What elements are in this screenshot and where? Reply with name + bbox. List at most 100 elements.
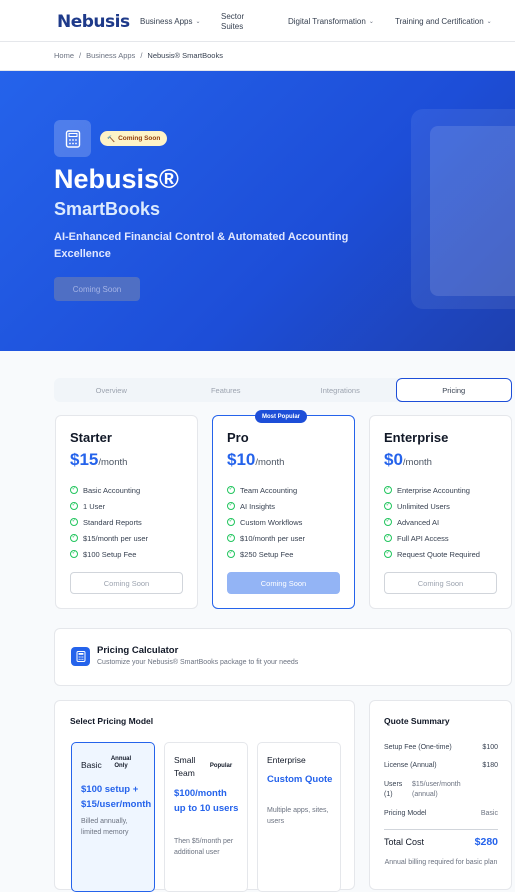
- check-circle-icon: ✓: [227, 518, 235, 526]
- nav-sector-suites-label: Sector Suites: [221, 12, 245, 31]
- plan-feature: ✓ Basic Accounting: [70, 482, 148, 498]
- nav-sector-suites[interactable]: Sector Suites: [221, 12, 261, 32]
- plan-feature: ✓ $100 Setup Fee: [70, 546, 148, 562]
- divider: [384, 829, 498, 830]
- breadcrumb-separator: /: [140, 51, 143, 60]
- model-option-enterprise[interactable]: Enterprise Custom Quote Multiple apps, s…: [257, 742, 341, 892]
- plan-feature-text: Unlimited Users: [397, 501, 450, 511]
- plan-feature: ✓ AI Insights: [227, 498, 305, 514]
- top-navbar: Nebusis Business Apps ⌄ Sector Suites Di…: [0, 0, 515, 42]
- quote-row-label: Pricing Model: [384, 810, 427, 817]
- calculator-icon: [71, 647, 90, 666]
- plan-feature: ✓ Advanced AI: [384, 514, 480, 530]
- check-circle-icon: ✓: [384, 550, 392, 558]
- tab-features[interactable]: Features: [169, 378, 284, 402]
- plan-feature-text: 1 User: [83, 501, 106, 511]
- plan-coming-soon-button[interactable]: Coming Soon: [227, 572, 340, 594]
- model-option-note: Then $5/month per additional user: [174, 838, 234, 856]
- plan-name: Starter: [70, 430, 112, 445]
- section-tabs: Overview Features Integrations Pricing: [54, 378, 512, 402]
- plan-feature-text: Full API Access: [397, 533, 449, 543]
- check-circle-icon: ✓: [227, 502, 235, 510]
- tab-integrations[interactable]: Integrations: [283, 378, 398, 402]
- plan-feature-text: Team Accounting: [240, 485, 298, 495]
- check-circle-icon: ✓: [70, 550, 78, 558]
- brand-logo[interactable]: Nebusis: [57, 11, 130, 33]
- plan-coming-soon-button[interactable]: Coming Soon: [70, 572, 183, 594]
- hammer-icon: 🔨: [107, 135, 116, 143]
- nav-training-label: Training and Certification: [395, 17, 484, 26]
- chevron-down-icon: ⌄: [368, 19, 374, 25]
- nav-business-apps-label: Business Apps: [140, 17, 193, 26]
- plan-name: Pro: [227, 430, 249, 445]
- quote-row-label: Users (1): [384, 781, 403, 798]
- quote-row-label: License (Annual): [384, 762, 437, 769]
- plan-feature-list: ✓ Team Accounting ✓ AI Insights ✓ Custom Wo…: [227, 482, 305, 562]
- plan-coming-soon-button[interactable]: Coming Soon: [384, 572, 497, 594]
- plan-feature-list: ✓ Basic Accounting ✓ 1 User ✓ Standard Repo…: [70, 482, 148, 562]
- quote-row-value: $15/user/month (annual): [412, 781, 461, 798]
- plan-feature-text: Request Quote Required: [397, 549, 480, 559]
- plan-feature: ✓ $250 Setup Fee: [227, 546, 305, 562]
- plan-price-period: /month: [255, 457, 285, 468]
- plan-feature: ✓ Full API Access: [384, 530, 480, 546]
- plan-feature: ✓ Unlimited Users: [384, 498, 480, 514]
- check-circle-icon: ✓: [227, 534, 235, 542]
- breadcrumb-current: Nebusis® SmartBooks: [147, 51, 223, 60]
- nav-training[interactable]: Training and Certification ⌄: [395, 17, 492, 27]
- plan-feature: ✓ Team Accounting: [227, 482, 305, 498]
- check-circle-icon: ✓: [70, 486, 78, 494]
- plan-name: Enterprise: [384, 430, 449, 445]
- plan-feature-text: Custom Workflows: [240, 517, 303, 527]
- hero-subtitle: SmartBooks: [54, 199, 161, 219]
- breadcrumb-business-apps[interactable]: Business Apps: [86, 51, 135, 60]
- quote-row: Users (1) $15/user/month (annual): [384, 780, 498, 800]
- plan-card-pro: Most Popular Pro $10/month ✓ Team Account…: [212, 410, 355, 609]
- model-option-small-team[interactable]: Small Team Popular $100/month up to 10 u…: [164, 742, 248, 892]
- quote-row: License (Annual) $180: [384, 762, 498, 769]
- breadcrumb-separator: /: [79, 51, 82, 60]
- plan-feature-text: Basic Accounting: [83, 485, 141, 495]
- model-option-price: $100 setup + $15/user/month: [81, 784, 152, 810]
- tab-overview[interactable]: Overview: [54, 378, 169, 402]
- chevron-down-icon: ⌄: [486, 19, 492, 25]
- coming-soon-badge-label: Coming Soon: [118, 135, 161, 142]
- plan-feature-text: AI Insights: [240, 501, 276, 511]
- model-option-note: Billed annually, limited memory: [81, 818, 129, 836]
- most-popular-badge: Most Popular: [255, 410, 308, 423]
- plan-price: $0/month: [384, 450, 432, 470]
- plan-feature: ✓ 1 User: [70, 498, 148, 514]
- nav-business-apps[interactable]: Business Apps ⌄: [140, 17, 201, 27]
- plan-price: $15/month: [70, 450, 127, 470]
- nav-digital-transformation[interactable]: Digital Transformation ⌄: [288, 17, 374, 27]
- plan-price: $10/month: [227, 450, 284, 470]
- plan-price-amount: $0: [384, 450, 403, 469]
- calculator-icon: [54, 120, 91, 157]
- quote-row-value: $180: [482, 762, 498, 769]
- chevron-down-icon: ⌄: [195, 19, 201, 25]
- tab-pricing[interactable]: Pricing: [395, 378, 512, 402]
- check-circle-icon: ✓: [384, 502, 392, 510]
- plan-feature-text: Advanced AI: [397, 517, 440, 527]
- check-circle-icon: ✓: [384, 486, 392, 494]
- model-option-price: $100/month up to 10 users: [174, 788, 239, 814]
- quote-row-value: $100: [482, 744, 498, 751]
- plan-price-period: /month: [402, 457, 432, 468]
- total-value: $280: [474, 836, 498, 848]
- check-circle-icon: ✓: [227, 550, 235, 558]
- coming-soon-badge: 🔨 Coming Soon: [100, 131, 168, 146]
- model-option-name: Small Team: [174, 755, 196, 778]
- hero-tagline: AI-Enhanced Financial Control & Automate…: [54, 231, 349, 260]
- pricing-model-panel: Select Pricing Model Basic Annual Only $…: [54, 700, 355, 892]
- model-option-note: Multiple apps, sites, users: [267, 807, 329, 825]
- hero-coming-soon-button[interactable]: Coming Soon: [54, 277, 140, 301]
- quote-total: Total Cost $280: [384, 836, 498, 848]
- plan-feature-text: $15/month per user: [83, 533, 149, 543]
- annual-only-tag: Annual Only: [110, 756, 132, 769]
- breadcrumb: Home / Business Apps / Nebusis® SmartBoo…: [54, 51, 223, 60]
- total-label: Total Cost: [384, 837, 425, 847]
- model-option-basic[interactable]: Basic Annual Only $100 setup + $15/user/…: [71, 742, 155, 892]
- plan-price-amount: $10: [227, 450, 256, 469]
- calculator-subtitle: Customize your Nebusis® SmartBooks packa…: [97, 659, 299, 666]
- breadcrumb-home[interactable]: Home: [54, 51, 74, 60]
